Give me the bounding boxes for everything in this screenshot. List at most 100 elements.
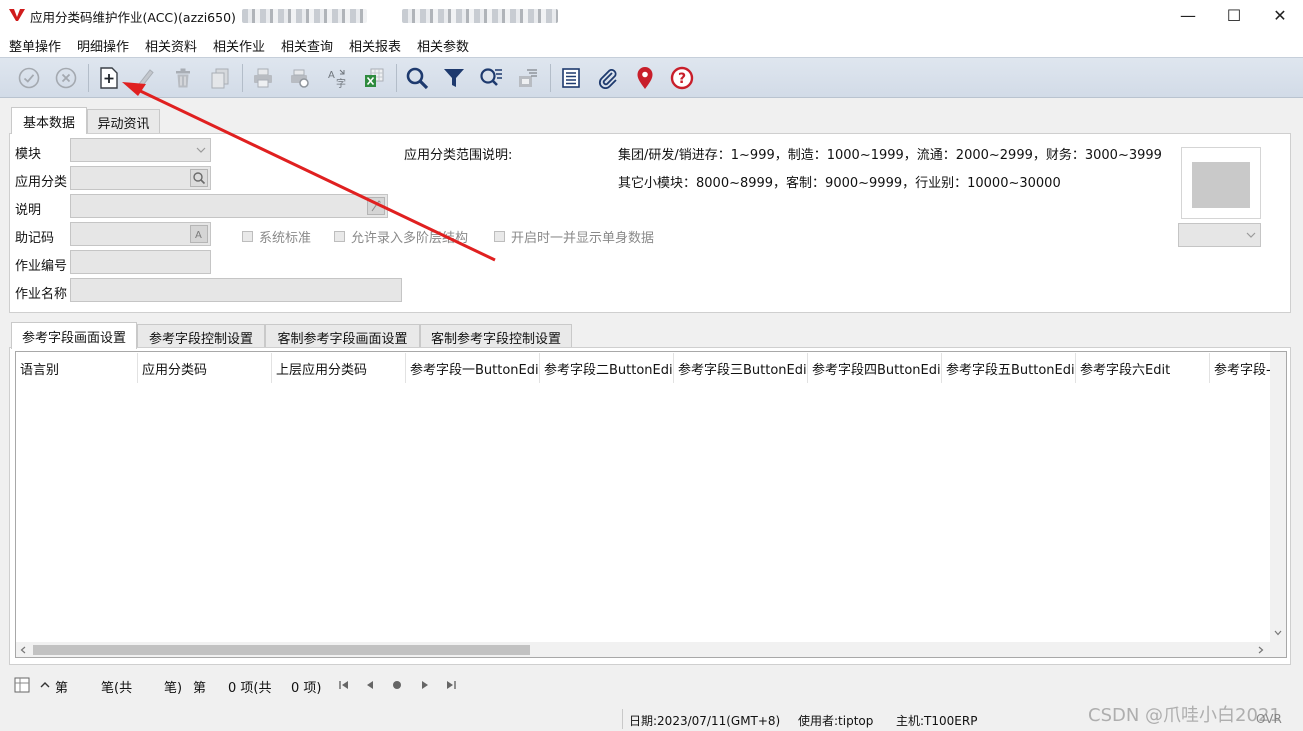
job-no-label: 作业编号 xyxy=(15,259,68,274)
tab-ref-field-screen[interactable]: 参考字段画面设置 xyxy=(11,322,137,349)
multilang-icon[interactable] xyxy=(367,197,385,215)
print-preview-button[interactable] xyxy=(285,63,315,93)
redacted-info xyxy=(242,9,367,23)
scroll-left-icon[interactable] xyxy=(20,646,26,654)
menu-related-params[interactable]: 相关参数 xyxy=(417,36,469,55)
show-single-checkbox[interactable]: 开启时一并显示单身数据 xyxy=(494,227,654,246)
prev-page-icon[interactable] xyxy=(365,680,375,690)
report-button[interactable] xyxy=(556,63,586,93)
filter-button[interactable] xyxy=(439,63,469,93)
checkbox-box xyxy=(494,231,505,242)
grid-toggle-icon[interactable] xyxy=(14,677,30,693)
column-header[interactable]: 参考字段二ButtonEdi xyxy=(540,353,674,383)
column-header[interactable]: 参考字段四ButtonEdi xyxy=(808,353,942,383)
vertical-scrollbar[interactable] xyxy=(1270,352,1286,642)
add-button[interactable] xyxy=(94,63,124,93)
edit-icon xyxy=(137,69,154,88)
attachment-button[interactable] xyxy=(593,63,623,93)
export-icon xyxy=(519,69,537,87)
range-line-2: 其它小模块：8000~8999，客制：9000~9999，行业别：10000~3… xyxy=(618,176,1061,191)
scrollbar-thumb[interactable] xyxy=(33,645,530,655)
help-button[interactable]: ? xyxy=(667,63,697,93)
column-header[interactable]: 应用分类码 xyxy=(138,353,272,383)
confirm-button[interactable] xyxy=(14,63,44,93)
scroll-right-icon[interactable] xyxy=(1258,646,1264,654)
menu-detail-ops[interactable]: 明细操作 xyxy=(77,36,129,55)
maximize-button[interactable]: ☐ xyxy=(1211,0,1257,31)
delete-button[interactable] xyxy=(168,63,198,93)
column-header[interactable]: 参考字段六Edit xyxy=(1076,353,1210,383)
tab-basic-data[interactable]: 基本数据 xyxy=(11,107,87,134)
image-placeholder xyxy=(1192,162,1250,208)
translate-icon: A字 xyxy=(328,69,346,89)
export-button[interactable] xyxy=(513,63,543,93)
column-header[interactable]: 参考字段五ButtonEdi xyxy=(942,353,1076,383)
mnemonic-input[interactable]: A xyxy=(70,222,211,246)
pager-text: 0 项(共 xyxy=(228,681,272,696)
report-icon xyxy=(562,68,580,88)
horizontal-scrollbar[interactable] xyxy=(16,642,1286,657)
query-list-button[interactable] xyxy=(476,63,506,93)
svg-text:A: A xyxy=(328,70,335,81)
menu-related-query[interactable]: 相关查询 xyxy=(281,36,333,55)
menu-related-jobs[interactable]: 相关作业 xyxy=(213,36,265,55)
image-frame xyxy=(1181,147,1261,219)
export-excel-button[interactable] xyxy=(359,63,389,93)
tab-ref-field-control[interactable]: 参考字段控制设置 xyxy=(137,324,265,349)
multi-level-checkbox[interactable]: 允许录入多阶层结构 xyxy=(334,227,468,246)
system-standard-checkbox[interactable]: 系统标准 xyxy=(242,227,311,246)
menu-bar: 整单操作 明细操作 相关资料 相关作业 相关查询 相关报表 相关参数 xyxy=(0,31,1303,57)
job-name-input[interactable] xyxy=(70,278,402,302)
last-page-icon[interactable] xyxy=(445,680,457,690)
description-input[interactable] xyxy=(70,194,388,218)
column-header[interactable]: 参考字段一ButtonEdi xyxy=(406,353,540,383)
search-button[interactable] xyxy=(402,63,432,93)
confirm-icon xyxy=(18,67,40,89)
close-button[interactable]: ✕ xyxy=(1257,0,1303,31)
toolbar: A字 ? xyxy=(0,57,1303,98)
column-header[interactable]: 参考字段三ButtonEdi xyxy=(674,353,808,383)
chevron-up-icon[interactable] xyxy=(40,681,50,689)
tab-custom-ref-field-control[interactable]: 客制参考字段控制设置 xyxy=(420,324,572,349)
tab-change-info[interactable]: 异动资讯 xyxy=(87,109,160,134)
pager-text: 第 xyxy=(55,681,69,696)
tab-custom-ref-field-screen[interactable]: 客制参考字段画面设置 xyxy=(265,324,420,349)
range-label: 应用分类范围说明: xyxy=(404,148,513,163)
pager-text: 笔) xyxy=(164,681,183,696)
translate-button[interactable]: A字 xyxy=(322,63,352,93)
column-header[interactable]: 上层应用分类码 xyxy=(272,353,406,383)
status-date: 日期:2023/07/11(GMT+8) xyxy=(629,714,781,728)
copy-icon xyxy=(211,68,229,89)
print-preview-icon xyxy=(291,69,309,88)
current-record-icon[interactable] xyxy=(392,680,402,690)
app-category-input[interactable] xyxy=(70,166,211,190)
image-select[interactable] xyxy=(1178,223,1261,247)
module-select[interactable] xyxy=(70,138,211,162)
next-page-icon[interactable] xyxy=(420,680,430,690)
menu-related-report[interactable]: 相关报表 xyxy=(349,36,401,55)
first-page-icon[interactable] xyxy=(338,680,350,690)
search-icon xyxy=(406,67,429,90)
menu-related-data[interactable]: 相关资料 xyxy=(145,36,197,55)
range-line-1: 集团/研发/销进存：1~999，制造：1000~1999，流通：2000~299… xyxy=(618,148,1162,163)
copy-button[interactable] xyxy=(205,63,235,93)
column-header[interactable]: 参考字段- xyxy=(1210,353,1270,383)
attachment-icon xyxy=(598,69,617,89)
svg-text:字: 字 xyxy=(336,77,346,89)
edit-button[interactable] xyxy=(130,63,160,93)
column-header[interactable]: 语言别 xyxy=(16,353,138,383)
job-no-input[interactable] xyxy=(70,250,211,274)
add-icon xyxy=(100,67,118,89)
chevron-down-icon xyxy=(196,147,206,153)
minimize-button[interactable]: — xyxy=(1165,0,1211,31)
cancel-button[interactable] xyxy=(51,63,81,93)
print-button[interactable] xyxy=(248,63,278,93)
location-button[interactable] xyxy=(630,63,660,93)
watermark: CSDN @爪哇小白2021 xyxy=(1088,705,1281,726)
lookup-icon[interactable] xyxy=(190,169,208,187)
scroll-down-icon[interactable] xyxy=(1274,630,1282,636)
multilang-icon[interactable]: A xyxy=(190,225,208,243)
checkbox-box xyxy=(334,231,345,242)
menu-order-ops[interactable]: 整单操作 xyxy=(9,36,61,55)
location-pin-icon xyxy=(637,67,653,89)
